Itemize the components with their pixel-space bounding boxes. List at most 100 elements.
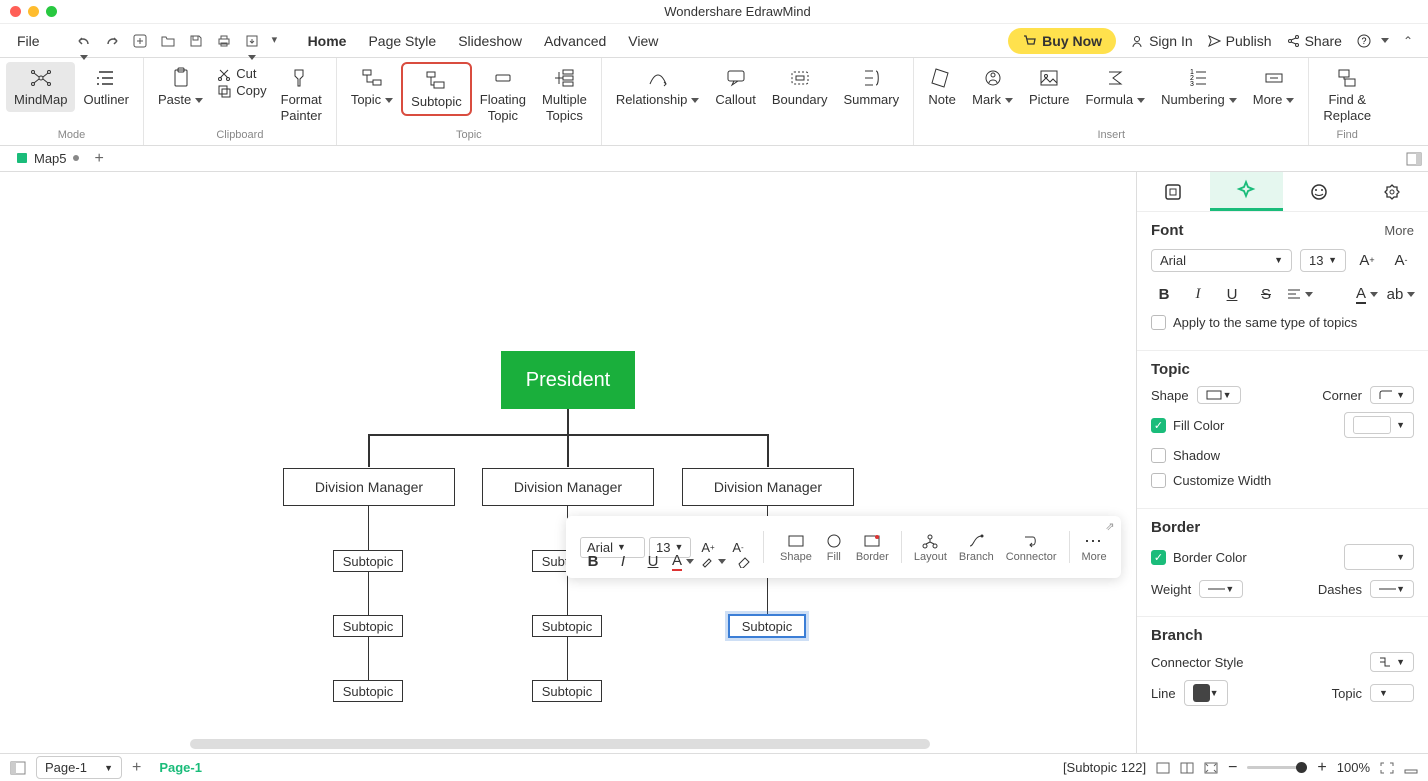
font-family-select[interactable]: Arial▼ <box>1151 249 1292 272</box>
collapse-ribbon[interactable]: ⌃ <box>1403 34 1413 48</box>
horizontal-scrollbar[interactable] <box>190 739 930 749</box>
ft-branch[interactable]: Branch <box>955 529 998 565</box>
ft-shape[interactable]: Shape <box>776 529 816 565</box>
apply-same-type[interactable]: Apply to the same type of topics <box>1151 315 1414 330</box>
maximize-window[interactable] <box>46 6 57 17</box>
view-split-icon[interactable] <box>1180 762 1194 774</box>
zoom-out[interactable]: − <box>1228 759 1237 777</box>
italic-button[interactable]: I <box>1185 281 1211 307</box>
side-tab-style[interactable] <box>1210 172 1283 211</box>
ft-border[interactable]: Border <box>852 529 893 565</box>
ft-clear-format[interactable] <box>730 548 756 574</box>
open-button[interactable] <box>160 33 176 49</box>
node-manager-2[interactable]: Division Manager <box>482 468 654 506</box>
print-button[interactable] <box>216 33 232 49</box>
outliner-button[interactable]: Outliner <box>75 62 137 112</box>
connector-style-select[interactable]: ▼ <box>1370 652 1414 672</box>
qat-more[interactable]: ▾ <box>272 33 288 49</box>
decrease-font[interactable]: A- <box>1388 247 1414 273</box>
node-manager-1[interactable]: Division Manager <box>283 468 455 506</box>
side-tab-page[interactable] <box>1137 172 1210 211</box>
ft-font-color[interactable]: A <box>670 548 696 574</box>
align-button[interactable] <box>1287 281 1313 307</box>
ft-connector[interactable]: Connector <box>1002 529 1061 565</box>
summary-button[interactable]: Summary <box>835 62 907 112</box>
mindmap-button[interactable]: MindMap <box>6 62 75 112</box>
canvas[interactable]: President Division Manager Division Mana… <box>0 172 1136 753</box>
numbering-button[interactable]: 123Numbering <box>1153 62 1245 112</box>
customize-width-check[interactable]: Customize Width <box>1151 473 1414 488</box>
ft-more[interactable]: ⋯More <box>1078 529 1111 565</box>
corner-select[interactable]: ▼ <box>1370 386 1414 404</box>
menu-file[interactable]: File <box>15 29 42 53</box>
shape-select[interactable]: ▼ <box>1197 386 1241 404</box>
zoom-slider[interactable] <box>1247 766 1307 769</box>
buy-now-button[interactable]: Buy Now <box>1008 28 1116 54</box>
font-size-select[interactable]: 13▼ <box>1300 249 1346 272</box>
text-case-button[interactable]: ab <box>1388 281 1414 307</box>
floating-topic-button[interactable]: Floating Topic <box>472 62 534 127</box>
border-color-select[interactable]: ▼ <box>1344 544 1414 570</box>
formula-button[interactable]: Formula <box>1077 62 1153 112</box>
format-painter-button[interactable]: Format Painter <box>273 62 330 127</box>
copy-button[interactable]: Copy <box>217 83 266 98</box>
node-subtopic-2-2[interactable]: Subtopic <box>532 615 602 637</box>
ft-fill[interactable]: Fill <box>820 529 848 565</box>
node-manager-3[interactable]: Division Manager <box>682 468 854 506</box>
minimize-window[interactable] <box>28 6 39 17</box>
ft-highlight[interactable] <box>700 548 726 574</box>
redo-button[interactable] <box>104 33 120 49</box>
topic-button[interactable]: Topic <box>343 62 401 112</box>
callout-button[interactable]: Callout <box>707 62 763 112</box>
add-page[interactable]: + <box>132 759 141 777</box>
fullscreen-icon[interactable] <box>1380 762 1394 774</box>
paste-button[interactable]: Paste <box>150 62 211 112</box>
weight-select[interactable]: ▼ <box>1199 580 1243 598</box>
node-subtopic-2-3[interactable]: Subtopic <box>532 680 602 702</box>
ft-bold[interactable]: B <box>580 548 606 574</box>
multiple-topics-button[interactable]: Multiple Topics <box>534 62 595 127</box>
save-button[interactable] <box>188 33 204 49</box>
ft-italic[interactable]: I <box>610 548 636 574</box>
export-button[interactable] <box>244 33 260 49</box>
ft-underline[interactable]: U <box>640 548 666 574</box>
fill-color-select[interactable]: ▼ <box>1344 412 1414 438</box>
side-tab-emoji[interactable] <box>1283 172 1356 211</box>
panel-toggle[interactable] <box>1406 152 1428 166</box>
strike-button[interactable]: S <box>1253 281 1279 307</box>
node-subtopic-1-1[interactable]: Subtopic <box>333 550 403 572</box>
tab-slideshow[interactable]: Slideshow <box>456 29 524 53</box>
subtopic-button[interactable]: Subtopic <box>401 62 472 116</box>
panel-left-icon[interactable] <box>10 761 26 775</box>
tab-home[interactable]: Home <box>306 29 349 53</box>
ft-pin[interactable]: ⇗ <box>1105 520 1114 533</box>
zoom-in[interactable]: + <box>1317 759 1326 777</box>
border-color-check[interactable]: ✓Border Color▼ <box>1151 544 1414 570</box>
fit-page-icon[interactable] <box>1204 762 1218 774</box>
bold-button[interactable]: B <box>1151 281 1177 307</box>
undo-button[interactable] <box>76 33 92 49</box>
new-tab-button[interactable]: + <box>95 150 104 168</box>
node-subtopic-3-1-selected[interactable]: Subtopic <box>728 614 806 638</box>
dashes-select[interactable]: ▼ <box>1370 580 1414 598</box>
note-button[interactable]: Note <box>920 62 964 112</box>
new-button[interactable] <box>132 33 148 49</box>
shadow-check[interactable]: Shadow <box>1151 448 1414 463</box>
close-window[interactable] <box>10 6 21 17</box>
page-tab-1[interactable]: Page-1 <box>151 760 210 775</box>
boundary-button[interactable]: Boundary <box>764 62 836 112</box>
tab-advanced[interactable]: Advanced <box>542 29 608 53</box>
mark-button[interactable]: Mark <box>964 62 1021 112</box>
find-replace-button[interactable]: Find & Replace <box>1315 62 1379 127</box>
tab-page-style[interactable]: Page Style <box>366 29 438 53</box>
increase-font[interactable]: A+ <box>1354 247 1380 273</box>
branch-topic-select[interactable]: ▼ <box>1370 684 1414 702</box>
node-subtopic-1-2[interactable]: Subtopic <box>333 615 403 637</box>
minimize-view-icon[interactable] <box>1404 762 1418 774</box>
doc-tab-map5[interactable]: Map5 <box>8 148 87 171</box>
view-single-icon[interactable] <box>1156 762 1170 774</box>
signin-button[interactable]: Sign In <box>1130 33 1193 49</box>
publish-button[interactable]: Publish <box>1207 33 1272 49</box>
relationship-button[interactable]: Relationship <box>608 62 708 112</box>
node-president[interactable]: President <box>501 351 635 409</box>
